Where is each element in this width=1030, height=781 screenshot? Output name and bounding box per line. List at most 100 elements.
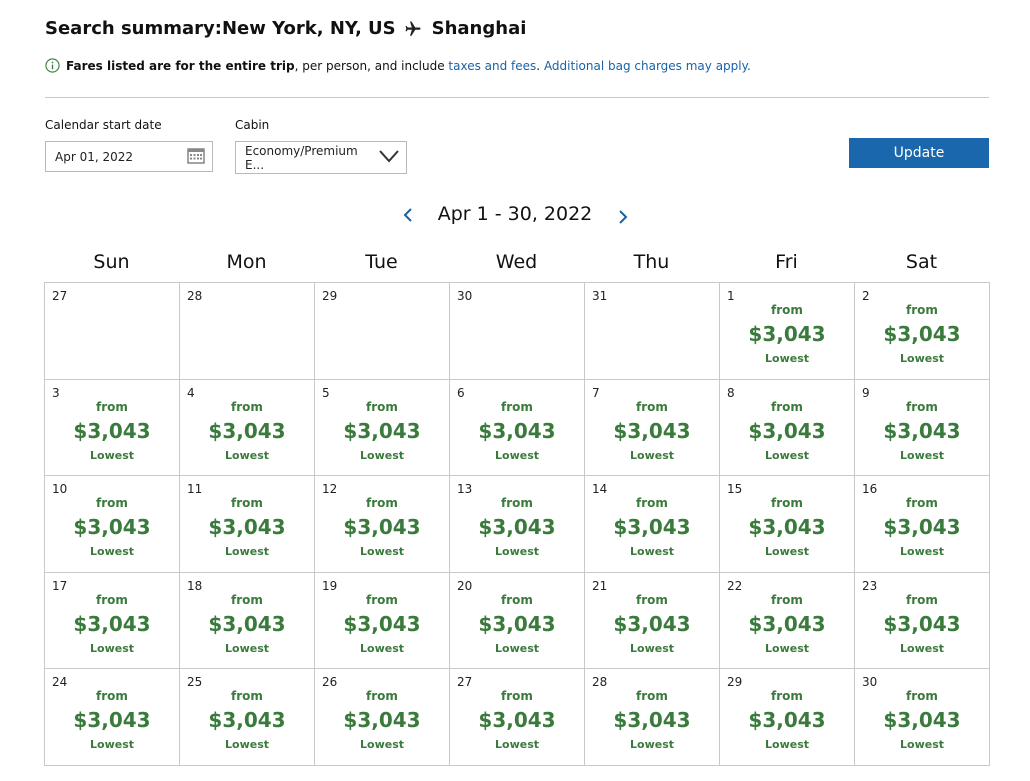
day-number: 23 bbox=[862, 578, 878, 593]
calendar-day-cell[interactable]: 30 from $3,043 Lowest bbox=[855, 669, 990, 766]
fare-price: $3,043 bbox=[613, 418, 691, 443]
fare-from-label: from bbox=[771, 592, 803, 607]
day-number: 29 bbox=[322, 289, 338, 303]
calendar-day-cell[interactable]: 2 from $3,043 Lowest bbox=[855, 283, 990, 380]
fare-lowest-label: Lowest bbox=[630, 545, 674, 559]
day-number: 30 bbox=[457, 289, 473, 303]
calendar-day-cell[interactable]: 26 from $3,043 Lowest bbox=[315, 669, 450, 766]
calendar-start-date-label: Calendar start date bbox=[45, 118, 162, 132]
fare-price: $3,043 bbox=[883, 418, 961, 443]
calendar-day-cell[interactable]: 3 from $3,043 Lowest bbox=[45, 379, 180, 477]
fare-price: $3,043 bbox=[73, 515, 151, 540]
fare-info: from $3,043 Lowest bbox=[45, 496, 179, 560]
calendar-day-cell[interactable]: 21 from $3,043 Lowest bbox=[585, 572, 720, 670]
fare-lowest-label: Lowest bbox=[495, 448, 539, 462]
calendar-day-cell[interactable]: 14 from $3,043 Lowest bbox=[585, 476, 720, 573]
fare-price: $3,043 bbox=[343, 515, 421, 540]
day-number: 4 bbox=[187, 385, 195, 400]
fare-lowest-label: Lowest bbox=[765, 352, 809, 365]
fare-info: from $3,043 Lowest bbox=[720, 593, 854, 657]
calendar-day-cell[interactable]: 24 from $3,043 Lowest bbox=[45, 669, 180, 766]
calendar-day-cell: 29 bbox=[315, 283, 450, 380]
day-number: 18 bbox=[187, 578, 203, 593]
fare-from-label: from bbox=[906, 592, 938, 607]
calendar-day-cell[interactable]: 7 from $3,043 Lowest bbox=[585, 379, 720, 477]
chevron-right-icon[interactable] bbox=[617, 209, 629, 225]
day-number: 19 bbox=[322, 578, 338, 593]
calendar-day-cell[interactable]: 16 from $3,043 Lowest bbox=[855, 476, 990, 573]
fare-from-label: from bbox=[231, 689, 263, 704]
calendar-day-cell[interactable]: 13 from $3,043 Lowest bbox=[450, 476, 585, 573]
calendar-day-cell[interactable]: 19 from $3,043 Lowest bbox=[315, 572, 450, 670]
calendar-day-cell[interactable]: 20 from $3,043 Lowest bbox=[450, 572, 585, 670]
fare-price: $3,043 bbox=[343, 708, 421, 733]
bag-charges-link[interactable]: Additional bag charges may apply. bbox=[544, 59, 751, 73]
fare-info: from $3,043 Lowest bbox=[855, 496, 989, 560]
calendar-day-cell[interactable]: 6 from $3,043 Lowest bbox=[450, 379, 585, 477]
day-number: 8 bbox=[727, 385, 735, 400]
day-number: 30 bbox=[862, 675, 878, 690]
calendar-day-cell[interactable]: 23 from $3,043 Lowest bbox=[855, 572, 990, 670]
calendar-day-cell[interactable]: 11 from $3,043 Lowest bbox=[180, 476, 315, 573]
fare-info: from $3,043 Lowest bbox=[450, 400, 584, 464]
fare-price: $3,043 bbox=[883, 322, 961, 346]
day-number: 2 bbox=[862, 289, 870, 303]
fare-info: from $3,043 Lowest bbox=[585, 496, 719, 560]
day-number: 22 bbox=[727, 578, 743, 593]
calendar-day-cell[interactable]: 29 from $3,043 Lowest bbox=[720, 669, 855, 766]
update-button[interactable]: Update bbox=[849, 138, 989, 168]
fare-info: from $3,043 Lowest bbox=[585, 689, 719, 753]
divider bbox=[45, 97, 989, 98]
calendar-day-cell[interactable]: 1 from $3,043 Lowest bbox=[720, 283, 855, 380]
date-value: Apr 01, 2022 bbox=[55, 149, 134, 164]
fare-price: $3,043 bbox=[478, 515, 556, 540]
day-number: 13 bbox=[457, 482, 473, 497]
calendar-day-cell[interactable]: 17 from $3,043 Lowest bbox=[45, 572, 180, 670]
taxes-and-fees-link[interactable]: taxes and fees bbox=[448, 59, 536, 73]
fare-info: from $3,043 Lowest bbox=[180, 689, 314, 753]
calendar-day-cell[interactable]: 28 from $3,043 Lowest bbox=[585, 669, 720, 766]
weekday-label: Wed bbox=[495, 251, 538, 273]
calendar-day-cell[interactable]: 27 from $3,043 Lowest bbox=[450, 669, 585, 766]
fare-lowest-label: Lowest bbox=[900, 545, 944, 559]
calendar-day-cell[interactable]: 5 from $3,043 Lowest bbox=[315, 379, 450, 477]
fare-lowest-label: Lowest bbox=[900, 738, 944, 752]
calendar-day-cell[interactable]: 9 from $3,043 Lowest bbox=[855, 379, 990, 477]
fare-info: from $3,043 Lowest bbox=[720, 496, 854, 560]
day-number: 11 bbox=[187, 482, 203, 497]
calendar-day-cell[interactable]: 15 from $3,043 Lowest bbox=[720, 476, 855, 573]
fare-from-label: from bbox=[771, 496, 803, 511]
weekday-label: Sat bbox=[905, 251, 938, 273]
calendar-day-cell: 28 bbox=[180, 283, 315, 380]
fare-price: $3,043 bbox=[208, 515, 286, 540]
fare-from-label: from bbox=[366, 592, 398, 607]
cabin-label: Cabin bbox=[235, 118, 270, 132]
fare-price: $3,043 bbox=[883, 611, 961, 636]
calendar-day-cell[interactable]: 4 from $3,043 Lowest bbox=[180, 379, 315, 477]
fare-from-label: from bbox=[771, 689, 803, 704]
fare-from-label: from bbox=[96, 592, 128, 607]
fare-price: $3,043 bbox=[208, 611, 286, 636]
calendar-day-cell[interactable]: 10 from $3,043 Lowest bbox=[45, 476, 180, 573]
notice-separator: . bbox=[536, 58, 544, 73]
notice-text: , per person, and include bbox=[294, 58, 449, 73]
fare-lowest-label: Lowest bbox=[630, 641, 674, 655]
calendar-start-date-input[interactable]: Apr 01, 2022 bbox=[45, 141, 213, 172]
fare-info: from $3,043 Lowest bbox=[855, 689, 989, 753]
calendar-day-cell[interactable]: 25 from $3,043 Lowest bbox=[180, 669, 315, 766]
calendar-day-cell[interactable]: 8 from $3,043 Lowest bbox=[720, 379, 855, 477]
chevron-left-icon[interactable] bbox=[402, 207, 414, 223]
calendar-day-cell[interactable]: 22 from $3,043 Lowest bbox=[720, 572, 855, 670]
calendar-icon[interactable] bbox=[187, 146, 205, 167]
day-number: 31 bbox=[592, 289, 608, 303]
fare-from-label: from bbox=[366, 689, 398, 704]
calendar-day-cell[interactable]: 12 from $3,043 Lowest bbox=[315, 476, 450, 573]
calendar-day-cell: 27 bbox=[45, 283, 180, 380]
day-number: 9 bbox=[862, 385, 870, 400]
calendar-day-cell[interactable]: 18 from $3,043 Lowest bbox=[180, 572, 315, 670]
fare-lowest-label: Lowest bbox=[630, 738, 674, 752]
day-number: 1 bbox=[727, 289, 735, 303]
cabin-select[interactable]: Economy/Premium E... bbox=[235, 141, 407, 174]
fare-from-label: from bbox=[366, 496, 398, 511]
day-number: 7 bbox=[592, 385, 600, 400]
